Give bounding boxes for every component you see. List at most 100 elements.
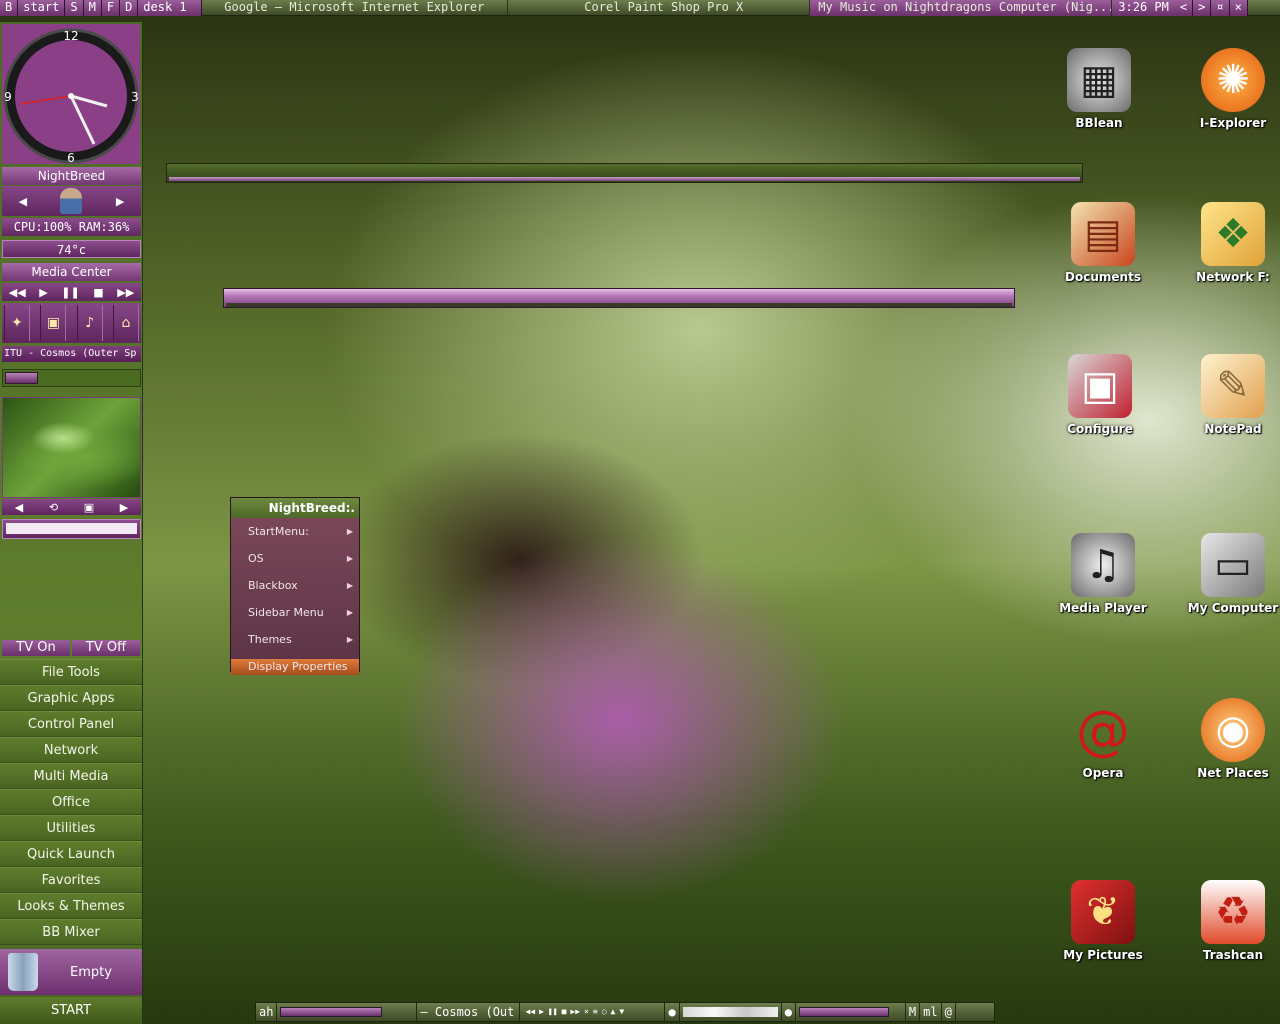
context-item-blackbox[interactable]: Blackbox ▶ <box>231 572 359 599</box>
bb-up-icon[interactable]: ▲ <box>609 1003 618 1021</box>
temperature-readout: 74°c <box>2 240 141 258</box>
volume-slider[interactable] <box>2 369 141 387</box>
bottom-progress[interactable] <box>277 1003 418 1021</box>
taskbar-f-button[interactable]: F <box>101 0 121 16</box>
desktop-icon-net-places[interactable]: ◉ Net Places <box>1178 698 1280 780</box>
desktop-icon-opera[interactable]: @ Opera <box>1048 698 1158 781</box>
taskbar-d-button[interactable]: D <box>120 0 139 16</box>
task-internet-explorer[interactable]: Google — Microsoft Internet Explorer <box>202 0 509 16</box>
context-item-display-properties[interactable]: Display Properties <box>231 659 359 675</box>
desktop-icon-media-player[interactable]: ♫ Media Player <box>1048 533 1158 615</box>
close-button[interactable]: × <box>1229 0 1248 16</box>
desktop-icon-documents[interactable]: ▤ Documents <box>1048 202 1158 284</box>
window-icon[interactable]: ▣ <box>40 305 67 341</box>
home-icon[interactable]: ⌂ <box>112 305 139 341</box>
stop-icon[interactable]: ■ <box>93 286 103 299</box>
menu-graphic-apps[interactable]: Graphic Apps <box>0 685 142 711</box>
task-paint-shop-pro[interactable]: Corel Paint Shop Pro X <box>508 0 811 16</box>
bb-prev-icon[interactable]: ◀◀ <box>523 1003 537 1021</box>
bb-next-icon[interactable]: ▶▶ <box>568 1003 582 1021</box>
menu-favorites[interactable]: Favorites <box>0 867 142 893</box>
next-task-button[interactable]: > <box>1193 0 1212 16</box>
submenu-arrow-icon: ▶ <box>346 554 353 563</box>
top-taskbar: B start S M F D desk 1 Google — Microsof… <box>0 0 1280 16</box>
sidebar: 12 3 6 9 NightBreed ◀ ▶ CPU:100% RAM:36%… <box>0 22 143 1024</box>
bb-play-icon[interactable]: ▶ <box>537 1003 546 1021</box>
desktop-icon-bblean[interactable]: ▦ BBlean <box>1044 48 1154 130</box>
system-stats: CPU:100% RAM:36% <box>2 218 141 236</box>
menu-control-panel[interactable]: Control Panel <box>0 711 142 737</box>
wallpaper-preview[interactable] <box>2 397 141 498</box>
tv-on-button[interactable]: TV On <box>2 640 70 656</box>
taskbar-m-button[interactable]: M <box>83 0 102 16</box>
satellite-icon[interactable]: ✦ <box>4 305 30 341</box>
menu-bb-mixer[interactable]: BB Mixer <box>0 919 142 945</box>
menu-utilities[interactable]: Utilities <box>0 815 142 841</box>
desktop-icon-my-pictures[interactable]: ❦ My Pictures <box>1048 880 1158 962</box>
music-note-icon[interactable]: ♪ <box>76 305 103 341</box>
play-icon[interactable]: ▶ <box>39 286 47 299</box>
desktop-icon-my-computer[interactable]: ▭ My Computer <box>1178 533 1280 615</box>
menu-network[interactable]: Network <box>0 737 142 763</box>
bottom-volume[interactable] <box>796 1003 906 1021</box>
bottom-at-button[interactable]: @ <box>942 1003 956 1021</box>
menu-office[interactable]: Office <box>0 789 142 815</box>
explorer-gear-icon: ✺ <box>1201 48 1265 112</box>
taskbar-clock: 3:26 PM <box>1112 0 1175 16</box>
task-my-music[interactable]: My Music on Nightdragons Computer (Nig..… <box>810 0 1113 16</box>
desktop-icon-i-explorer[interactable]: ✺ I-Explorer <box>1178 48 1280 130</box>
minimize-button[interactable]: ¤ <box>1211 0 1230 16</box>
previous-user-button[interactable]: ◀ <box>19 195 27 208</box>
bb-dot-icon[interactable]: ● <box>665 1003 680 1021</box>
clock-9: 9 <box>4 90 12 104</box>
rewind-icon[interactable]: ◀◀ <box>9 286 26 299</box>
start-button[interactable]: START <box>0 997 142 1024</box>
desktop-icon-network-f[interactable]: ❖ Network F: <box>1178 202 1280 284</box>
submenu-arrow-icon: ▶ <box>346 527 353 536</box>
next-wallpaper-button[interactable]: ▶ <box>120 501 128 514</box>
prev-task-button[interactable]: < <box>1174 0 1194 16</box>
pause-icon[interactable]: ❚❚ <box>61 286 79 299</box>
bb-dot2-icon[interactable]: ● <box>782 1003 796 1021</box>
previous-wallpaper-button[interactable]: ◀ <box>15 501 23 514</box>
bottom-m-button[interactable]: M <box>906 1003 921 1021</box>
taskbar-start-button[interactable]: start <box>18 0 66 16</box>
toolbar-slot-1 <box>166 163 1083 183</box>
taskbar-s-button[interactable]: S <box>65 0 84 16</box>
bb-stop-icon[interactable]: ■ <box>560 1003 569 1021</box>
documents-icon: ▤ <box>1071 202 1135 266</box>
menu-file-tools[interactable]: File Tools <box>0 659 142 685</box>
bb-shuffle-icon[interactable]: × <box>582 1003 591 1021</box>
clock-3: 3 <box>131 90 139 104</box>
menu-quick-launch[interactable]: Quick Launch <box>0 841 142 867</box>
recycle-bin-widget[interactable]: Empty <box>0 949 142 995</box>
workspace-button[interactable]: desk 1 <box>138 0 203 16</box>
bb-playlist-icon[interactable]: ≡ <box>591 1003 600 1021</box>
tv-off-button[interactable]: TV Off <box>72 640 140 656</box>
forward-icon[interactable]: ▶▶ <box>117 286 134 299</box>
opera-icon: @ <box>1076 698 1130 762</box>
bb-repeat-icon[interactable]: ○ <box>600 1003 609 1021</box>
desktop-icon-notepad[interactable]: ✎ NotePad <box>1178 354 1280 436</box>
chip-icon: ▦ <box>1067 48 1131 112</box>
taskbar-b-button[interactable]: B <box>0 0 19 16</box>
desktop-icon-configure[interactable]: ▣ Configure <box>1045 354 1155 436</box>
bb-pause-icon[interactable]: ❚❚ <box>546 1003 560 1021</box>
menu-multi-media[interactable]: Multi Media <box>0 763 142 789</box>
window-wallpaper-icon[interactable]: ▣ <box>84 501 94 514</box>
desktop-icon-trashcan[interactable]: ♻ Trashcan <box>1178 880 1280 962</box>
empty-bin-label[interactable]: Empty <box>70 965 112 980</box>
bottom-ml-button[interactable]: ml <box>920 1003 942 1021</box>
avatar <box>60 188 83 214</box>
bottom-visualizer <box>680 1003 782 1021</box>
bb-down-icon[interactable]: ▼ <box>617 1003 626 1021</box>
context-item-os[interactable]: OS ▶ <box>231 545 359 572</box>
context-item-sidebar-menu[interactable]: Sidebar Menu ▶ <box>231 599 359 626</box>
next-user-button[interactable]: ▶ <box>116 195 124 208</box>
context-item-themes[interactable]: Themes ▶ <box>231 626 359 653</box>
submenu-arrow-icon: ▶ <box>346 635 353 644</box>
context-item-startmenu[interactable]: StartMenu: ▶ <box>231 518 359 545</box>
refresh-wallpaper-icon[interactable]: ⟲ <box>49 501 58 514</box>
menu-looks-themes[interactable]: Looks & Themes <box>0 893 142 919</box>
trashcan-icon: ♻ <box>1201 880 1265 944</box>
